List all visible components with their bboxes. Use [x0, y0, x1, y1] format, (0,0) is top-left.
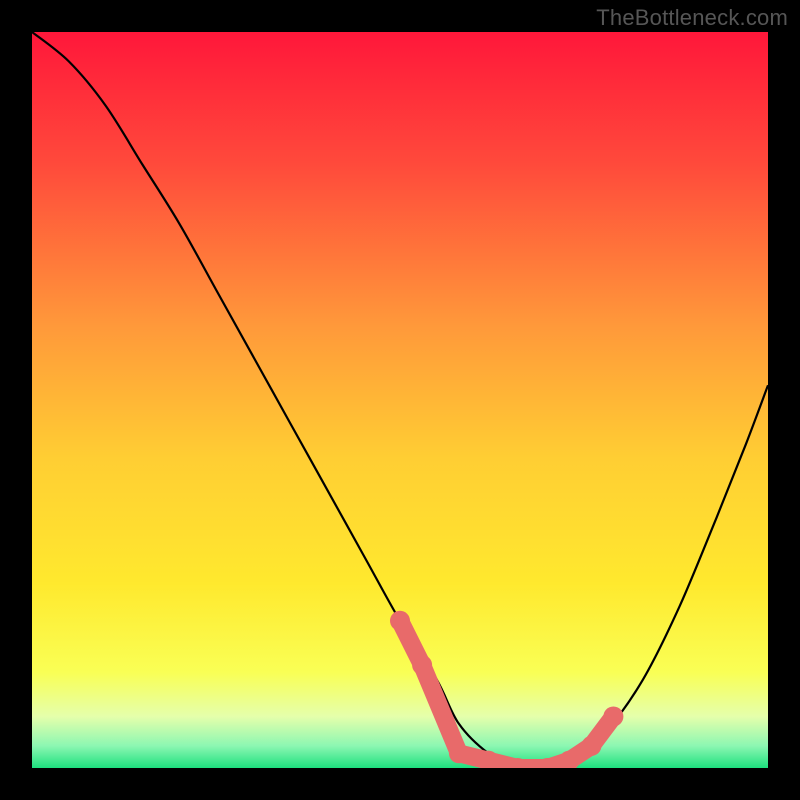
gradient-bg [32, 32, 768, 768]
chart-canvas: TheBottleneck.com [0, 0, 800, 800]
chart-svg [32, 32, 768, 768]
plot-area [32, 32, 768, 768]
watermark-text: TheBottleneck.com [596, 5, 788, 31]
